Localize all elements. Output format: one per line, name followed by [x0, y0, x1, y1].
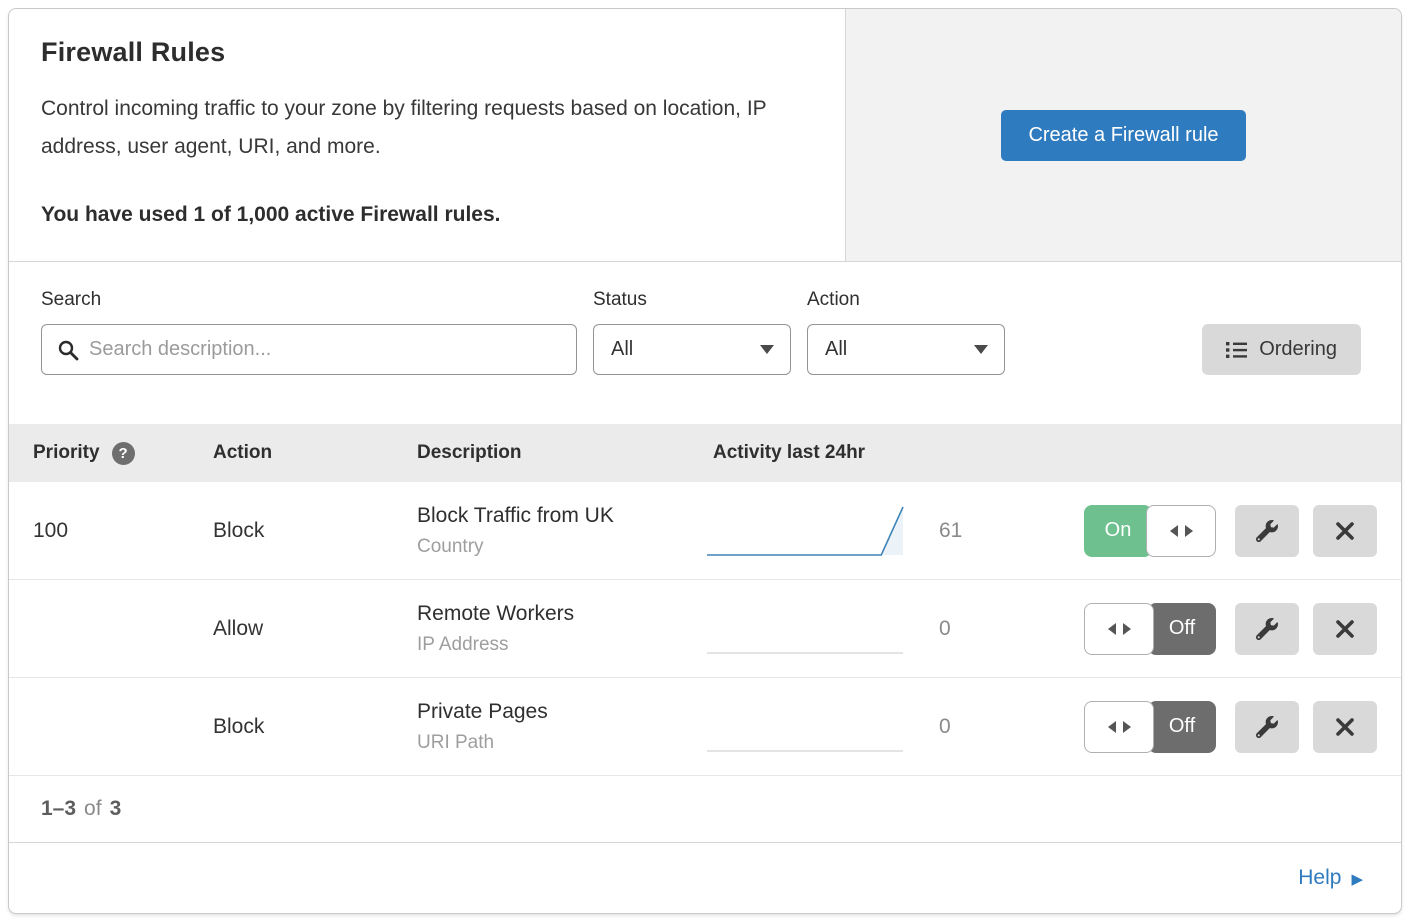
arrow-right-icon — [1123, 721, 1131, 733]
rule-match-type: Country — [417, 536, 703, 558]
rule-description: Block Traffic from UK — [417, 504, 703, 528]
close-icon — [1335, 717, 1355, 737]
search-input[interactable] — [42, 325, 576, 374]
activity-sparkline — [705, 698, 907, 756]
priority-value: 100 — [33, 519, 213, 543]
pagination-bar: 1–3 of 3 — [9, 776, 1401, 843]
activity-sparkline — [705, 600, 907, 658]
table-row: Allow Remote Workers IP Address 0 Off — [9, 580, 1401, 678]
ordering-label: Ordering — [1259, 338, 1337, 361]
table-header: Priority ? Action Description Activity l… — [9, 424, 1401, 482]
list-icon — [1226, 341, 1247, 359]
delete-rule-button[interactable] — [1313, 603, 1377, 655]
footer-bar: Help ▶ — [9, 843, 1401, 913]
search-icon — [57, 339, 80, 362]
status-label: Status — [593, 289, 791, 311]
edit-rule-button[interactable] — [1235, 603, 1299, 655]
toggle-knob[interactable] — [1084, 603, 1154, 655]
activity-cell: 0 — [703, 600, 1013, 658]
activity-count: 61 — [939, 519, 975, 543]
pagination-range: 1–3 — [41, 797, 76, 821]
action-select[interactable]: All — [807, 324, 1005, 375]
description-cell: Private Pages URI Path — [417, 700, 703, 754]
activity-count: 0 — [939, 617, 975, 641]
intro-section: Firewall Rules Control incoming traffic … — [9, 9, 1401, 262]
rule-enabled-toggle[interactable]: Off — [1084, 701, 1221, 753]
arrow-right-icon — [1123, 623, 1131, 635]
wrench-icon — [1256, 618, 1278, 640]
chevron-down-icon — [760, 345, 774, 354]
toggle-knob[interactable] — [1146, 505, 1216, 557]
priority-help-icon[interactable]: ? — [112, 442, 135, 465]
status-selected-value: All — [611, 338, 633, 361]
help-arrow-icon: ▶ — [1351, 870, 1363, 887]
edit-rule-button[interactable] — [1235, 505, 1299, 557]
toggle-state-label: Off — [1148, 603, 1216, 655]
activity-count: 0 — [939, 715, 975, 739]
activity-sparkline — [705, 502, 907, 560]
toggle-state-label: On — [1084, 505, 1152, 557]
close-icon — [1335, 521, 1355, 541]
edit-rule-button[interactable] — [1235, 701, 1299, 753]
column-header-action: Action — [213, 442, 417, 464]
rule-enabled-toggle[interactable]: Off — [1084, 603, 1221, 655]
page-description: Control incoming traffic to your zone by… — [41, 90, 789, 166]
help-link[interactable]: Help ▶ — [1298, 866, 1363, 890]
rule-match-type: IP Address — [417, 634, 703, 656]
activity-cell: 61 — [703, 502, 1013, 560]
action-value: Block — [213, 715, 417, 739]
delete-rule-button[interactable] — [1313, 505, 1377, 557]
activity-cell: 0 — [703, 698, 1013, 756]
row-controls: Off — [1013, 701, 1377, 753]
usage-summary: You have used 1 of 1,000 active Firewall… — [41, 203, 789, 227]
rule-match-type: URI Path — [417, 732, 703, 754]
description-cell: Remote Workers IP Address — [417, 602, 703, 656]
row-controls: Off — [1013, 603, 1377, 655]
table-row: Block Private Pages URI Path 0 Off — [9, 678, 1401, 776]
rule-description: Remote Workers — [417, 602, 703, 626]
status-select[interactable]: All — [593, 324, 791, 375]
toggle-state-label: Off — [1148, 701, 1216, 753]
action-filter: Action All — [807, 289, 1005, 424]
status-filter: Status All — [593, 289, 791, 424]
search-label: Search — [41, 289, 577, 311]
pagination-total: 3 — [110, 797, 122, 821]
action-value: Block — [213, 519, 417, 543]
row-controls: On — [1013, 505, 1377, 557]
close-icon — [1335, 619, 1355, 639]
toggle-knob[interactable] — [1084, 701, 1154, 753]
pagination-of: of — [84, 797, 102, 821]
create-firewall-rule-button[interactable]: Create a Firewall rule — [1001, 110, 1245, 161]
delete-rule-button[interactable] — [1313, 701, 1377, 753]
column-header-priority: Priority ? — [33, 442, 213, 465]
arrow-left-icon — [1170, 525, 1178, 537]
rule-description: Private Pages — [417, 700, 703, 724]
arrow-left-icon — [1108, 721, 1116, 733]
help-label: Help — [1298, 866, 1341, 890]
filter-bar: Search Status All Action All — [9, 262, 1401, 424]
create-rule-area: Create a Firewall rule — [845, 9, 1401, 261]
search-box — [41, 324, 577, 375]
ordering-wrap: Ordering — [1202, 289, 1361, 424]
description-cell: Block Traffic from UK Country — [417, 504, 703, 558]
action-selected-value: All — [825, 338, 847, 361]
ordering-button[interactable]: Ordering — [1202, 324, 1361, 375]
table-row: 100 Block Block Traffic from UK Country … — [9, 482, 1401, 580]
arrow-right-icon — [1185, 525, 1193, 537]
rule-enabled-toggle[interactable]: On — [1084, 505, 1221, 557]
intro-text-block: Firewall Rules Control incoming traffic … — [9, 9, 845, 261]
arrow-left-icon — [1108, 623, 1116, 635]
wrench-icon — [1256, 716, 1278, 738]
wrench-icon — [1256, 520, 1278, 542]
column-header-description: Description — [417, 442, 703, 464]
action-label: Action — [807, 289, 1005, 311]
chevron-down-icon — [974, 345, 988, 354]
column-header-activity: Activity last 24hr — [703, 442, 1013, 464]
search-filter: Search — [41, 289, 577, 424]
firewall-rules-panel: Firewall Rules Control incoming traffic … — [8, 8, 1402, 914]
action-value: Allow — [213, 617, 417, 641]
page-title: Firewall Rules — [41, 37, 789, 68]
